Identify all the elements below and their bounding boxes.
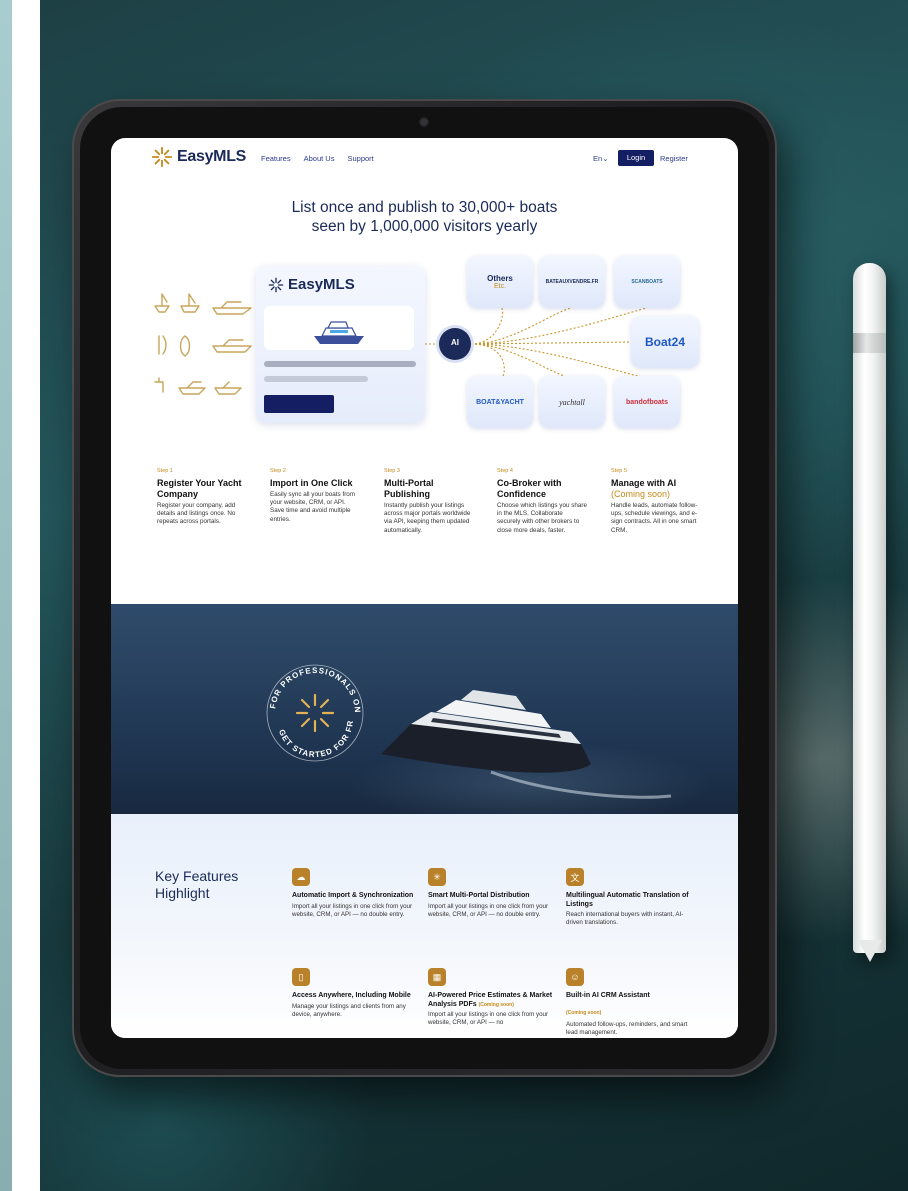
feature-title: Smart Multi-Portal Distribution [428,892,530,899]
left-edge-strip [0,0,12,1191]
white-gap [12,0,40,1191]
step-label: Step 2 [270,468,286,474]
step-description: Easily sync all your boats from your web… [270,491,356,523]
portal-boat24-logo: Boat24 [644,335,685,349]
card-yacht-image [264,306,414,350]
camera-icon [419,117,429,127]
portal-yachtall: yachtall [539,376,605,428]
stylus-pencil [853,263,886,953]
ai-chart-icon: ▦ [428,968,446,986]
feature-item: ▦ AI-Powered Price Estimates & Market An… [428,968,558,1027]
portal-yachtall-logo: yachtall [559,397,585,407]
step-5: Step 5 Manage with AI (Coming soon) Hand… [611,468,701,535]
feature-item: ✳ Smart Multi-Portal Distribution Import… [428,868,558,919]
step-title: Manage with AI [611,478,677,488]
ai-hub-label: AI [451,338,459,347]
feature-item: ▯ Access Anywhere, Including Mobile Mana… [292,968,422,1019]
cloud-sync-icon: ☁ [292,868,310,886]
card-logo-text: EasyMLS [288,276,355,293]
feature-description: Reach international buyers with instant,… [566,911,684,926]
step-title: Co-Broker with Confidence [497,478,562,499]
feature-title: Automatic Import & Synchronization [292,892,414,899]
yacht-photo [111,604,738,814]
step-description: Handle leads, automate follow-ups, sched… [611,502,698,534]
portal-bateaux-vendre: BATEAUXVENDRE.FR [539,256,605,308]
portal-band-of-boats: bandofboats [614,376,680,428]
feature-item: ☺ Built-in AI CRM Assistant (Coming soon… [566,968,696,1037]
portal-scanboats-logo: SCANBOATS [631,279,663,285]
feature-description: Import all your listings in one click fr… [428,1011,549,1026]
card-logo-icon [268,277,284,292]
yacht-illustration [381,690,672,799]
feature-description: Manage your listings and clients from an… [292,1002,406,1018]
portal-boat-yacht-logo: BOAT&YACHT [476,398,524,406]
feature-title: Access Anywhere, Including Mobile [292,992,411,999]
professionals-badge: FOR PROFESSIONALS ONLY GET STARTED FOR F… [259,657,364,762]
portal-others: Others Etc. [467,256,533,308]
steps-section: Step 1 Register Your Yacht Company Regis… [157,468,707,568]
feature-title: Built-in AI CRM Assistant [566,992,650,999]
mobile-icon: ▯ [292,968,310,986]
step-title: Register Your Yacht Company [157,478,242,499]
key-features-title: Key Features Highlight [155,868,239,901]
card-button [264,395,334,413]
robot-icon: ☺ [566,968,584,986]
card-placeholder-bar [264,361,416,367]
step-2: Step 2 Import in One Click Easily sync a… [270,468,360,524]
step-description: Register your company, add details and l… [157,502,236,526]
card-placeholder-bar-short [264,376,368,382]
translate-icon: 文 [566,868,584,886]
feature-title: AI-Powered Price Estimates & Market Anal… [428,992,558,1009]
stylus-tip [858,940,882,962]
step-description: Choose which listings you share in the M… [497,502,587,534]
step-4: Step 4 Co-Broker with Confidence Choose … [497,468,587,535]
step-label: Step 3 [384,468,400,474]
feature-coming-soon: (Coming soon) [478,1001,514,1008]
feature-description: Automated follow-ups, reminders, and sma… [566,1020,688,1036]
easymls-card: EasyMLS [256,266,425,423]
step-label: Step 1 [157,468,173,474]
portal-bateaux-logo: BATEAUXVENDRE.FR [545,279,599,285]
portal-boat24: Boat24 [631,316,699,368]
feature-item: ☁ Automatic Import & Synchronization Imp… [292,868,422,919]
feature-coming-soon: (Coming soon) [566,1009,602,1016]
step-3: Step 3 Multi-Portal Publishing Instantly… [384,468,474,535]
step-description: Instantly publish your listings across m… [384,502,471,534]
stylus-band [853,333,886,353]
feature-item: 文 Multilingual Automatic Translation of … [566,868,696,927]
step-title: Multi-Portal Publishing [384,478,434,499]
step-coming-soon: (Coming soon) [611,489,671,499]
tablet-screen: EasyMLS Features About Us Support En⌄ Lo… [111,138,738,1038]
portal-boat-yacht: BOAT&YACHT [467,376,533,428]
step-label: Step 5 [611,468,627,474]
distribution-icon: ✳ [428,868,446,886]
portal-others-sub: Etc. [493,283,507,290]
feature-description: Import all your listings in one click fr… [292,902,413,918]
step-label: Step 4 [497,468,513,474]
portal-scanboats: SCANBOATS [614,256,680,308]
step-title: Import in One Click [270,478,353,488]
feature-description: Import all your listings in one click fr… [428,902,549,918]
feature-title: Multilingual Automatic Translation of Li… [566,892,689,908]
yacht-icon [314,321,364,344]
card-logo: EasyMLS [268,276,355,293]
step-1: Step 1 Register Your Yacht Company Regis… [157,468,247,527]
portal-band-of-boats-logo: bandofboats [626,398,668,406]
portal-others-title: Others [487,274,513,283]
